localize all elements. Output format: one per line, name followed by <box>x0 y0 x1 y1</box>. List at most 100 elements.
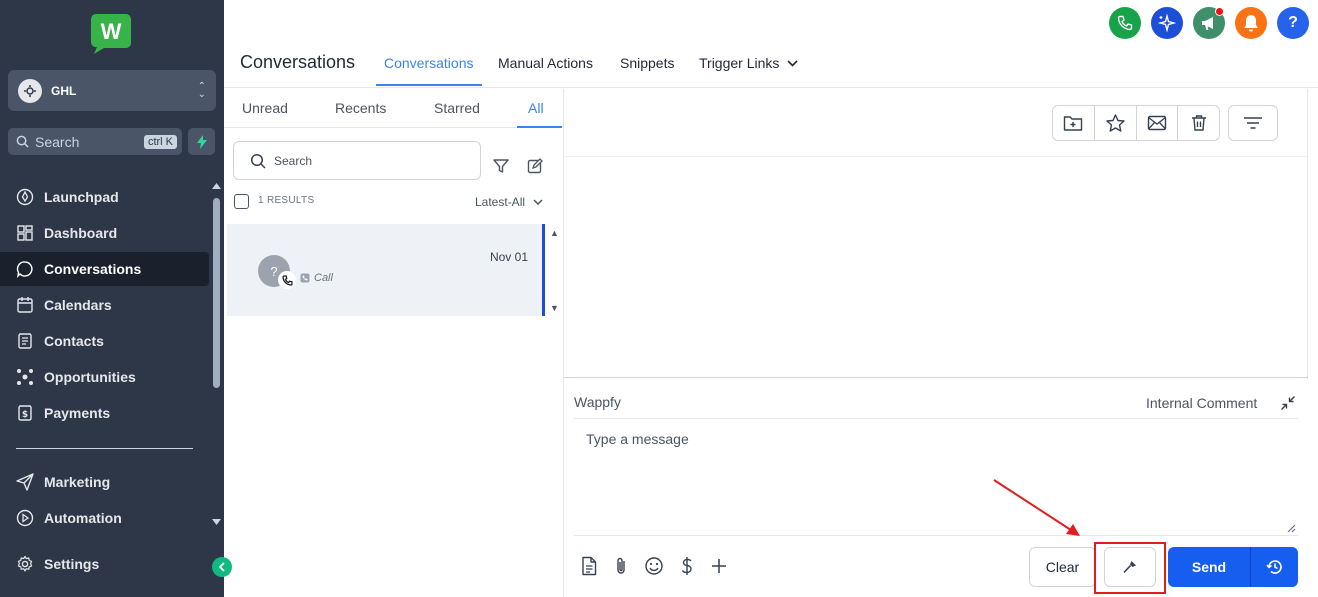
send-button[interactable]: Send <box>1168 547 1250 587</box>
sort-dropdown[interactable]: Latest-All <box>475 195 543 209</box>
calendar-icon <box>17 297 33 313</box>
sidebar: W GHL ⌃ ⌄ Search ctrl K Launchpad Dashboa… <box>0 0 232 597</box>
sidebar-item-payments[interactable]: $ Payments <box>0 396 209 430</box>
emoji-icon[interactable] <box>644 556 664 576</box>
address-book-icon <box>18 333 32 349</box>
search-icon <box>16 135 29 148</box>
select-all-checkbox[interactable] <box>234 194 249 209</box>
sidebar-divider <box>16 448 193 449</box>
sidebar-item-label: Dashboard <box>44 225 118 241</box>
automation-icon <box>16 509 34 527</box>
conversation-list-item[interactable]: ? Call Nov 01 <box>227 224 545 316</box>
sidebar-item-settings[interactable]: Settings <box>0 547 209 581</box>
envelope-icon <box>1147 115 1167 131</box>
bell-icon <box>1244 15 1258 32</box>
dollar-icon[interactable] <box>678 556 696 576</box>
tab-trigger-links[interactable]: Trigger Links <box>699 55 798 71</box>
compose-icon[interactable] <box>527 158 543 174</box>
schedule-send-button[interactable] <box>1250 547 1298 587</box>
filter-funnel-icon[interactable] <box>493 158 509 174</box>
active-tab-indicator <box>376 84 482 86</box>
internal-comment-tab[interactable]: Internal Comment <box>1146 395 1257 411</box>
star-button[interactable] <box>1095 106 1137 140</box>
paper-plane-icon <box>16 473 34 491</box>
payments-icon: $ <box>18 405 32 421</box>
subtab-all[interactable]: All <box>528 100 544 116</box>
trash-icon <box>1191 115 1206 131</box>
list-scroll-down-icon[interactable]: ▼ <box>550 303 559 313</box>
sidebar-item-label: Calendars <box>44 297 112 313</box>
ai-assistant-button[interactable] <box>1151 7 1183 39</box>
list-scroll-up-icon[interactable]: ▲ <box>550 228 559 238</box>
gear-icon <box>17 555 33 572</box>
conversation-search-input[interactable]: Search <box>233 141 481 180</box>
account-icon <box>18 78 42 103</box>
highlight-box <box>1094 542 1166 594</box>
document-icon[interactable] <box>580 556 598 576</box>
move-to-folder-button[interactable] <box>1053 106 1095 140</box>
app-logo[interactable]: W <box>90 12 132 54</box>
sidebar-item-opportunities[interactable]: Opportunities <box>0 360 209 394</box>
sidebar-item-dashboard[interactable]: Dashboard <box>0 216 209 250</box>
clock-icon <box>1265 560 1282 574</box>
sidebar-item-label: Marketing <box>44 474 111 490</box>
sidebar-item-conversations[interactable]: Conversations <box>0 252 209 286</box>
sidebar-item-launchpad[interactable]: Launchpad <box>0 180 209 214</box>
active-subtab-indicator <box>517 126 562 128</box>
tab-conversations[interactable]: Conversations <box>384 55 474 71</box>
help-button[interactable]: ? <box>1277 7 1309 39</box>
main-right-border <box>1307 89 1308 379</box>
folder-plus-icon <box>1064 116 1083 131</box>
delete-button[interactable] <box>1178 106 1219 140</box>
sidebar-item-label: Launchpad <box>44 189 119 205</box>
subtab-recents[interactable]: Recents <box>335 100 386 116</box>
annotation-arrow <box>993 479 1080 536</box>
quick-actions-button[interactable] <box>188 128 215 155</box>
filter-lines-icon <box>1244 117 1262 129</box>
lightning-icon <box>196 134 207 149</box>
paperclip-icon[interactable] <box>612 556 630 576</box>
conversation-type: Call <box>300 272 333 284</box>
subtab-starred[interactable]: Starred <box>434 100 480 116</box>
sidebar-item-calendars[interactable]: Calendars <box>0 288 209 322</box>
help-icon: ? <box>1288 14 1298 31</box>
plus-icon[interactable] <box>710 556 728 576</box>
phone-icon <box>281 274 293 286</box>
clear-button[interactable]: Clear <box>1029 547 1096 587</box>
opportunities-icon <box>17 369 33 385</box>
search-icon <box>250 153 266 169</box>
mark-unread-button[interactable] <box>1137 106 1179 140</box>
filter-button[interactable] <box>1228 105 1278 141</box>
sidebar-item-label: Conversations <box>44 261 142 277</box>
sort-label: Latest-All <box>475 195 526 209</box>
sidebar-item-marketing[interactable]: Marketing <box>0 465 209 499</box>
chat-bubble-icon <box>16 261 33 278</box>
sidebar-item-label: Automation <box>44 510 122 526</box>
notifications-button[interactable] <box>1235 7 1267 39</box>
tab-snippets[interactable]: Snippets <box>620 55 674 71</box>
resize-handle-icon[interactable] <box>1287 524 1296 533</box>
sidebar-scrollbar[interactable] <box>210 182 223 527</box>
sidebar-item-label: Payments <box>44 405 111 421</box>
tab-manual-actions[interactable]: Manual Actions <box>498 55 593 71</box>
svg-text:W: W <box>101 19 122 44</box>
subtab-unread[interactable]: Unread <box>242 100 288 116</box>
account-switcher[interactable]: GHL ⌃ ⌄ <box>8 70 216 111</box>
sidebar-item-automation[interactable]: Automation <box>0 501 209 535</box>
announcements-button[interactable] <box>1193 7 1225 39</box>
channel-selector[interactable]: Wappfy <box>574 394 621 410</box>
toolbar-divider <box>564 156 1308 157</box>
scrollbar-thumb[interactable] <box>213 198 220 388</box>
scroll-down-icon <box>212 519 221 525</box>
ai-sparkle-icon <box>1158 14 1176 32</box>
composer-tools <box>580 556 728 576</box>
phone-button[interactable] <box>1109 7 1141 39</box>
sidebar-search-placeholder: Search <box>35 133 80 150</box>
conversation-actions-toolbar <box>1052 105 1220 141</box>
collapse-composer-icon[interactable] <box>1280 395 1296 411</box>
sidebar-item-contacts[interactable]: Contacts <box>0 324 209 358</box>
sidebar-item-label: Settings <box>44 556 100 572</box>
scroll-up-icon <box>212 183 221 189</box>
sidebar-search[interactable]: Search ctrl K <box>8 128 182 155</box>
message-textarea[interactable]: Type a message <box>574 419 1298 536</box>
